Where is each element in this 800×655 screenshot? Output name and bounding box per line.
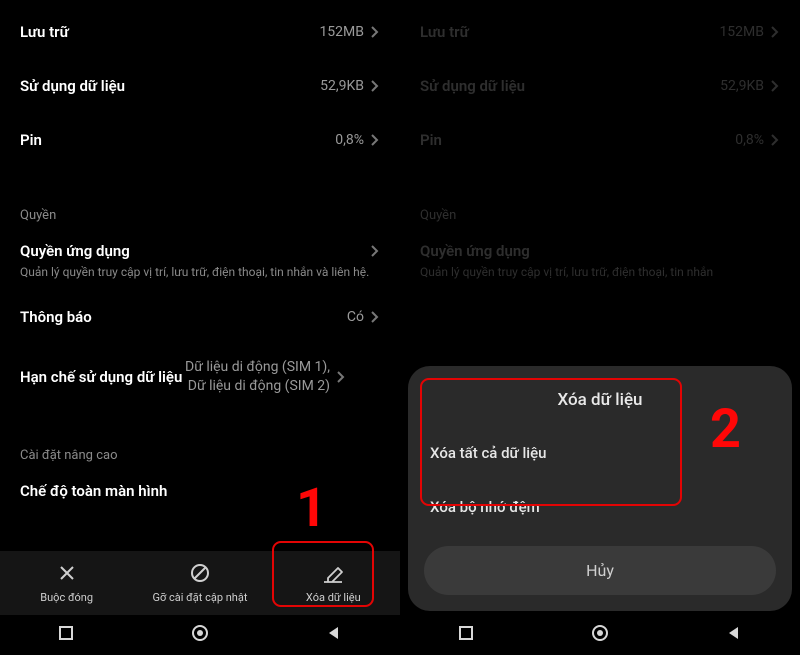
row-app-permissions: Quyền ứng dụng	[400, 231, 800, 264]
section-advanced: Cài đặt nâng cao	[0, 426, 400, 471]
app-perm-desc: Quản lý quyền truy cập vị trí, lưu trữ, …	[400, 264, 800, 291]
uninstall-updates-button[interactable]: Gỡ cài đặt cập nhật	[140, 556, 260, 610]
fullscreen-label: Chế độ toàn màn hình	[20, 482, 380, 500]
data-usage-value: 52,9KB	[320, 78, 364, 94]
app-perm-desc: Quản lý quyền truy cập vị trí, lưu trữ, …	[0, 264, 400, 291]
clear-cache-option[interactable]: Xóa bộ nhớ đệm	[408, 480, 792, 534]
storage-value: 152MB	[719, 24, 764, 40]
cancel-button[interactable]: Hủy	[424, 546, 776, 595]
clear-data-label: Xóa dữ liệu	[306, 591, 361, 604]
storage-value: 152MB	[319, 24, 364, 40]
row-fullscreen-mode[interactable]: Chế độ toàn màn hình	[0, 471, 400, 500]
restrict-label: Hạn chế sử dụng dữ liệu	[20, 368, 185, 386]
android-nav-bar	[400, 615, 800, 655]
storage-label: Lưu trữ	[20, 23, 319, 41]
recent-apps-button[interactable]	[457, 624, 475, 646]
screenshot-left: Lưu trữ 152MB Sử dụng dữ liệu 52,9KB Pin…	[0, 0, 400, 655]
section-permissions: Quyền	[0, 186, 400, 231]
screenshot-right: Lưu trữ 152MB Sử dụng dữ liệu 52,9KB Pin…	[400, 0, 800, 655]
chevron-right-icon	[770, 25, 780, 39]
eraser-icon	[322, 562, 344, 587]
close-icon	[56, 562, 78, 587]
chevron-right-icon	[370, 25, 380, 39]
restrict-value: Dữ liệu di động (SIM 1), Dữ liệu di động…	[185, 358, 330, 397]
recent-apps-button[interactable]	[57, 624, 75, 646]
chevron-right-icon	[370, 79, 380, 93]
home-button[interactable]	[590, 623, 610, 647]
settings-list-dimmed: Lưu trữ 152MB Sử dụng dữ liệu 52,9KB Pin…	[400, 0, 800, 303]
prohibit-icon	[189, 562, 211, 587]
battery-label: Pin	[20, 131, 335, 149]
force-stop-label: Buộc đóng	[40, 591, 93, 604]
battery-value: 0,8%	[735, 132, 764, 148]
back-button[interactable]	[725, 624, 743, 646]
settings-list: Lưu trữ 152MB Sử dụng dữ liệu 52,9KB Pin…	[0, 0, 400, 512]
notifications-label: Thông báo	[20, 308, 347, 326]
row-notifications[interactable]: Thông báo Có	[0, 297, 400, 337]
clear-data-button[interactable]: Xóa dữ liệu	[273, 556, 393, 610]
force-stop-button[interactable]: Buộc đóng	[7, 556, 127, 610]
uninstall-updates-label: Gỡ cài đặt cập nhật	[153, 591, 248, 604]
data-usage-value: 52,9KB	[720, 78, 764, 94]
chevron-right-icon	[336, 370, 346, 384]
chevron-right-icon	[370, 244, 380, 258]
home-button[interactable]	[190, 623, 210, 647]
storage-label: Lưu trữ	[420, 23, 719, 41]
clear-all-data-option[interactable]: Xóa tất cả dữ liệu	[408, 426, 792, 480]
chevron-right-icon	[770, 133, 780, 147]
chevron-right-icon	[370, 133, 380, 147]
chevron-right-icon	[370, 310, 380, 324]
row-storage: Lưu trữ 152MB	[400, 12, 800, 52]
chevron-right-icon	[770, 79, 780, 93]
app-perm-label: Quyền ứng dụng	[20, 242, 370, 260]
data-usage-label: Sử dụng dữ liệu	[420, 77, 720, 95]
bottom-action-bar: Buộc đóng Gỡ cài đặt cập nhật Xóa dữ liệ…	[0, 551, 400, 615]
clear-data-sheet: Xóa dữ liệu Xóa tất cả dữ liệu Xóa bộ nh…	[408, 366, 792, 611]
sheet-title: Xóa dữ liệu	[408, 384, 792, 426]
row-app-permissions[interactable]: Quyền ứng dụng	[0, 231, 400, 264]
row-battery: Pin 0,8%	[400, 120, 800, 160]
battery-label: Pin	[420, 131, 735, 149]
row-battery[interactable]: Pin 0,8%	[0, 120, 400, 160]
row-data-usage: Sử dụng dữ liệu 52,9KB	[400, 66, 800, 106]
app-perm-label: Quyền ứng dụng	[420, 242, 780, 260]
row-storage[interactable]: Lưu trữ 152MB	[0, 12, 400, 52]
row-data-usage[interactable]: Sử dụng dữ liệu 52,9KB	[0, 66, 400, 106]
row-restrict-data[interactable]: Hạn chế sử dụng dữ liệu Dữ liệu di động …	[0, 347, 400, 408]
notifications-value: Có	[347, 309, 364, 325]
battery-value: 0,8%	[335, 132, 364, 148]
data-usage-label: Sử dụng dữ liệu	[20, 77, 320, 95]
android-nav-bar	[0, 615, 400, 655]
section-permissions: Quyền	[400, 186, 800, 231]
back-button[interactable]	[325, 624, 343, 646]
